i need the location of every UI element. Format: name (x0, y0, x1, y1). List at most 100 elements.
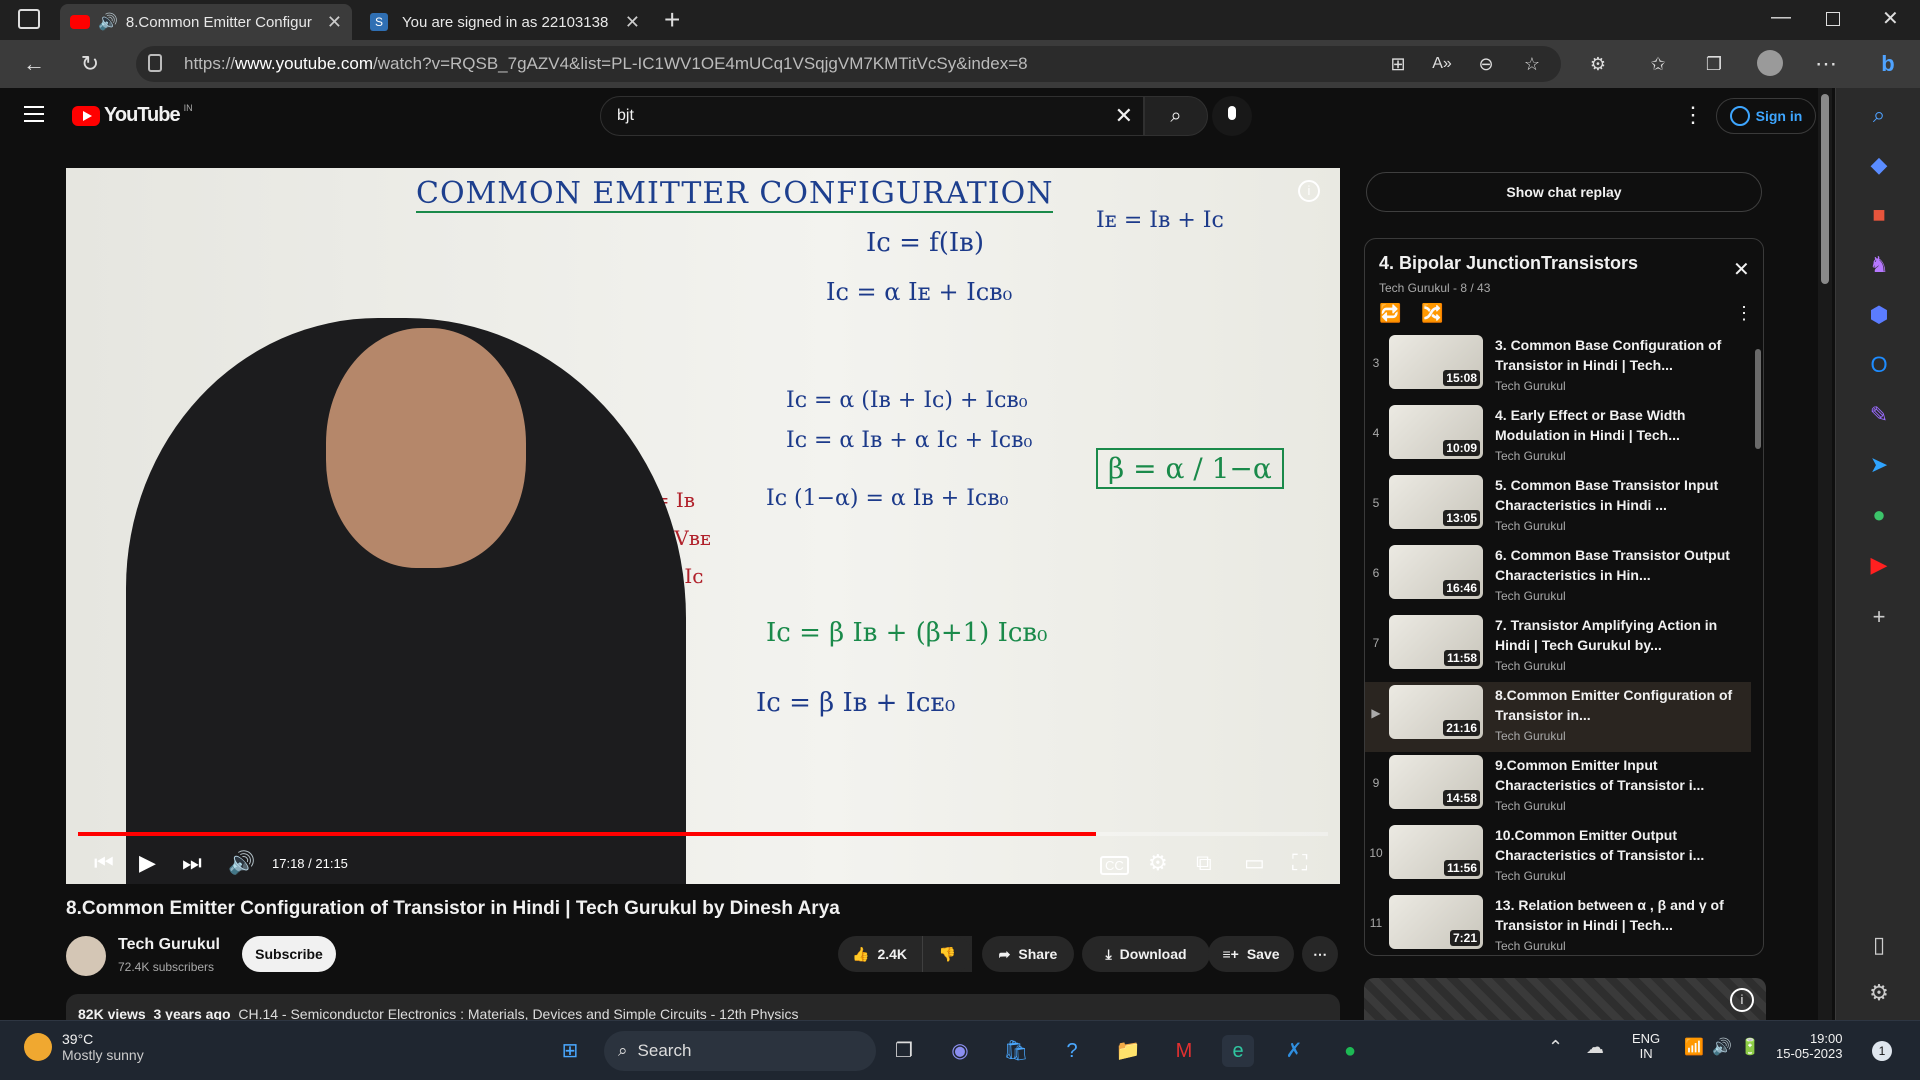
item-title[interactable]: 3. Common Base Configuration of Transist… (1495, 335, 1745, 375)
refresh-icon[interactable]: ↻ (76, 50, 104, 78)
subscribe-button[interactable]: Subscribe (242, 936, 336, 972)
settings-gear-icon[interactable]: ⚙ (1864, 978, 1894, 1008)
onedrive-icon[interactable]: ☁ (1586, 1037, 1604, 1058)
vscode-icon[interactable]: ✗ (1278, 1035, 1310, 1067)
playlist-scrollbar[interactable] (1755, 349, 1761, 449)
more-actions-button[interactable]: ⋯ (1302, 936, 1338, 972)
outlook-icon[interactable]: O (1864, 350, 1894, 380)
loop-icon[interactable]: 🔁 (1379, 303, 1401, 324)
search-button[interactable]: ⌕ (1144, 96, 1208, 136)
item-title[interactable]: 5. Common Base Transistor Input Characte… (1495, 475, 1745, 515)
new-tab-icon[interactable]: + (664, 4, 680, 36)
item-title[interactable]: 6. Common Base Transistor Output Charact… (1495, 545, 1745, 585)
playlist-item[interactable]: 6 16:46 6. Common Base Transistor Output… (1365, 542, 1751, 612)
sidebar-toggle-icon[interactable]: ▯ (1864, 930, 1894, 960)
playlist-item[interactable]: 4 10:09 4. Early Effect or Base Width Mo… (1365, 402, 1751, 472)
settings-icon[interactable]: ⚙ (1148, 850, 1168, 876)
miniplayer-icon[interactable]: ⧉ (1196, 850, 1212, 876)
favorites-bar-icon[interactable]: ✩ (1644, 50, 1672, 78)
theater-mode-icon[interactable]: ▭ (1244, 850, 1265, 876)
playlist-menu-icon[interactable]: ⋮ (1735, 303, 1753, 324)
start-icon[interactable]: ⊞ (554, 1035, 586, 1067)
store-icon[interactable]: 🛍 (1000, 1035, 1032, 1067)
playlist-item[interactable]: 9 14:58 9.Common Emitter Input Character… (1365, 752, 1751, 822)
app-available-icon[interactable]: ⊞ (1384, 50, 1412, 78)
close-tab-icon[interactable]: ✕ (625, 12, 640, 33)
url-field[interactable]: https://www.youtube.com/watch?v=RQSB_7gA… (136, 46, 1561, 82)
clock[interactable]: 19:00 15-05-2023 (1776, 1031, 1843, 1061)
info-icon[interactable]: i (1730, 988, 1754, 1012)
page-scrollbar[interactable] (1818, 88, 1832, 1020)
help-icon[interactable]: ? (1056, 1035, 1088, 1067)
zoom-icon[interactable]: ⊖ (1472, 50, 1500, 78)
tag-icon[interactable]: ◆ (1864, 150, 1894, 180)
item-title[interactable]: 10.Common Emitter Output Characteristics… (1495, 825, 1745, 865)
banner-card[interactable]: i (1364, 978, 1766, 1020)
tree-icon[interactable]: ● (1864, 500, 1894, 530)
playlist-title[interactable]: 4. Bipolar JunctionTransistors (1379, 253, 1638, 274)
item-title[interactable]: 7. Transistor Amplifying Action in Hindi… (1495, 615, 1745, 655)
copilot-icon[interactable]: ⬢ (1864, 300, 1894, 330)
download-button[interactable]: ⤓ Download (1082, 936, 1210, 972)
file-explorer-icon[interactable]: 📁 (1112, 1035, 1144, 1067)
item-thumbnail[interactable]: 11:56 (1389, 825, 1483, 879)
edge-icon[interactable]: e (1222, 1035, 1254, 1067)
wifi-icon[interactable]: 📶 (1684, 1037, 1704, 1057)
share-button[interactable]: ➦ Share (982, 936, 1074, 972)
tab-signin[interactable]: S You are signed in as 22103138 ✕ (360, 4, 650, 40)
close-playlist-icon[interactable]: ✕ (1733, 257, 1750, 282)
settings-dots-icon[interactable]: ⋮ (1682, 102, 1704, 128)
progress-bar[interactable] (78, 832, 1328, 836)
clear-search-icon[interactable]: ✕ (1115, 103, 1133, 129)
dislike-button[interactable]: 👎 (922, 936, 972, 972)
playlist-item[interactable]: 5 13:05 5. Common Base Transistor Input … (1365, 472, 1751, 542)
channel-name[interactable]: Tech Gurukul (118, 936, 220, 954)
info-icon[interactable]: i (1298, 180, 1320, 202)
playlist-item[interactable]: 3 15:08 3. Common Base Configuration of … (1365, 332, 1751, 402)
playlist-item[interactable]: 11 7:21 13. Relation between α , β and γ… (1365, 892, 1751, 955)
item-title[interactable]: 9.Common Emitter Input Characteristics o… (1495, 755, 1745, 795)
item-thumbnail[interactable]: 15:08 (1389, 335, 1483, 389)
item-thumbnail[interactable]: 13:05 (1389, 475, 1483, 529)
search-input[interactable]: bjt (617, 107, 634, 125)
playlist-item[interactable]: 7 11:58 7. Transistor Amplifying Action … (1365, 612, 1751, 682)
designer-icon[interactable]: ✎ (1864, 400, 1894, 430)
item-title[interactable]: 8.Common Emitter Configuration of Transi… (1495, 685, 1745, 725)
captions-icon[interactable]: CC (1100, 856, 1129, 875)
games-icon[interactable]: ♞ (1864, 250, 1894, 280)
item-thumbnail[interactable]: 14:58 (1389, 755, 1483, 809)
channel-avatar[interactable] (66, 936, 106, 976)
item-thumbnail[interactable]: 7:21 (1389, 895, 1483, 949)
add-icon[interactable]: + (1864, 602, 1894, 632)
bing-chat-icon[interactable]: b (1874, 50, 1902, 78)
spotify-icon[interactable]: ● (1334, 1035, 1366, 1067)
language-indicator[interactable]: ENG IN (1632, 1031, 1660, 1061)
search-box[interactable]: bjt ✕ (600, 96, 1144, 136)
fullscreen-icon[interactable]: ⛶ (1292, 850, 1307, 876)
close-window-icon[interactable]: ✕ (1882, 6, 1899, 31)
speaker-icon[interactable]: 🔊 (98, 12, 118, 32)
send-icon[interactable]: ➤ (1864, 450, 1894, 480)
item-title[interactable]: 4. Early Effect or Base Width Modulation… (1495, 405, 1745, 445)
minimize-icon[interactable]: — (1771, 6, 1791, 29)
search-icon[interactable]: ⌕ (1864, 100, 1894, 130)
item-thumbnail[interactable]: 11:58 (1389, 615, 1483, 669)
shuffle-icon[interactable]: 🔀 (1421, 303, 1443, 324)
play-icon[interactable]: ▶ (139, 850, 156, 876)
restore-icon[interactable] (1826, 12, 1840, 26)
taskbar-search[interactable]: ⌕ Search (604, 1031, 876, 1071)
hamburger-menu-icon[interactable] (24, 106, 44, 122)
battery-icon[interactable]: 🔋 (1740, 1037, 1760, 1057)
show-chat-replay-button[interactable]: Show chat replay (1366, 172, 1762, 212)
volume-icon[interactable]: 🔊 (228, 850, 255, 876)
collections-icon[interactable]: ❐ (1700, 50, 1728, 78)
favorite-icon[interactable]: ☆ (1518, 50, 1546, 78)
back-icon[interactable]: ← (20, 50, 48, 78)
youtube-sidebar-icon[interactable]: ▶ (1864, 550, 1894, 580)
task-view-icon[interactable]: ❐ (888, 1035, 920, 1067)
mcafee-icon[interactable]: M (1168, 1035, 1200, 1067)
video-player[interactable]: COMMON EMITTER CONFIGURATION Iᴄ = f(Iʙ) … (66, 168, 1340, 884)
playlist-item[interactable]: 10 11:56 10.Common Emitter Output Charac… (1365, 822, 1751, 892)
tray-overflow-icon[interactable]: ⌃ (1548, 1037, 1563, 1058)
close-tab-icon[interactable]: ✕ (327, 12, 342, 33)
